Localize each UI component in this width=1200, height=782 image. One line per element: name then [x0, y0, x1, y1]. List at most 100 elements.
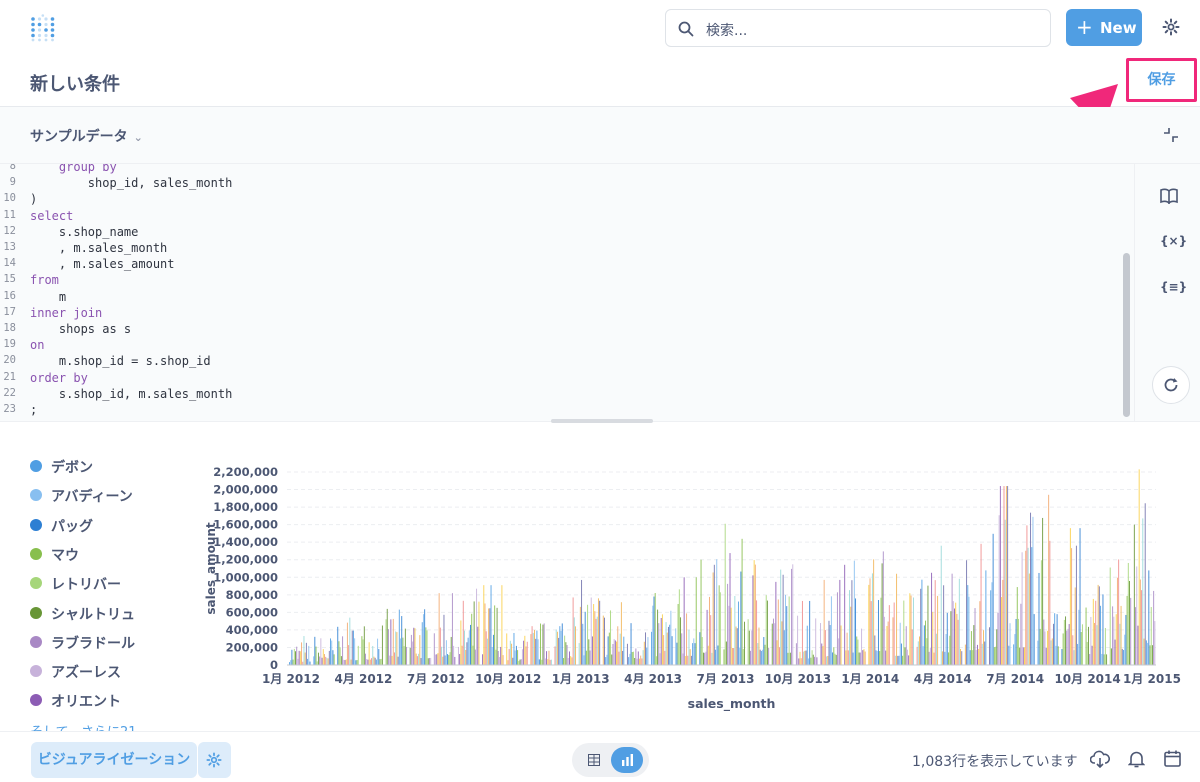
bar	[902, 655, 904, 665]
visualization-button[interactable]: ビジュアライゼーション	[31, 742, 197, 778]
bar	[1133, 524, 1135, 665]
line-number: 9	[9, 176, 16, 189]
bar	[444, 655, 446, 665]
bar	[438, 593, 440, 665]
bar	[437, 653, 439, 665]
data-reference-book-icon[interactable]	[1160, 188, 1178, 207]
new-button[interactable]: + New	[1066, 9, 1142, 46]
bar	[1009, 623, 1011, 665]
bar	[546, 651, 548, 665]
run-query-refresh-icon[interactable]	[1152, 366, 1190, 404]
bar	[472, 645, 474, 665]
bar	[607, 636, 609, 665]
bar	[856, 636, 858, 665]
download-icon[interactable]	[1089, 750, 1110, 772]
bar	[1031, 547, 1033, 665]
variables-icon[interactable]: {×}	[1160, 234, 1187, 248]
bar	[1138, 469, 1140, 665]
bar	[1062, 633, 1064, 665]
bar	[611, 654, 613, 665]
line-number: 10	[3, 192, 16, 205]
bar	[783, 630, 785, 665]
search-input[interactable]: 検索...	[706, 20, 747, 40]
sql-editor[interactable]: 8 group by 9 shop_id, sales_month 10) 11 sel…	[0, 164, 1134, 421]
table-view-button[interactable]	[578, 747, 610, 773]
bar	[324, 654, 325, 665]
bar	[781, 621, 783, 665]
code-text: group by	[30, 164, 117, 174]
bar	[838, 638, 840, 665]
bar	[572, 597, 574, 665]
bar	[941, 651, 943, 665]
search-bar[interactable]: 検索...	[665, 9, 1051, 47]
bar	[993, 647, 995, 665]
bar	[1119, 623, 1121, 665]
database-bar: サンプルデータ ⌄	[0, 107, 1200, 164]
metabase-logo-icon[interactable]	[30, 14, 56, 42]
bar	[823, 579, 825, 665]
x-tick-label: 10月 2014	[1054, 672, 1120, 686]
bar	[483, 585, 485, 665]
bar	[985, 570, 987, 665]
x-tick-label: 1月 2013	[552, 672, 610, 686]
bar	[760, 650, 762, 665]
page-title[interactable]: 新しい条件	[30, 70, 120, 96]
bar	[834, 653, 836, 665]
bar	[299, 651, 301, 665]
bar	[326, 657, 328, 665]
bar	[686, 613, 688, 665]
bar	[979, 601, 981, 665]
bar	[1054, 613, 1056, 665]
editor-scrollbar[interactable]	[1123, 253, 1130, 417]
bar	[502, 655, 504, 665]
bar	[1005, 486, 1007, 665]
database-selector[interactable]: サンプルデータ ⌄	[30, 126, 143, 146]
bar	[636, 658, 638, 665]
bar	[905, 626, 907, 665]
bar	[1026, 525, 1028, 665]
bar	[665, 622, 667, 665]
bar	[1154, 621, 1156, 665]
bar	[687, 655, 689, 665]
bar	[805, 650, 807, 665]
bar	[297, 658, 299, 665]
bar	[303, 636, 305, 665]
bar	[308, 645, 310, 665]
snippets-icon[interactable]: {≡}	[1160, 280, 1187, 294]
chart-view-button[interactable]	[611, 747, 643, 773]
bar	[594, 611, 596, 665]
save-button[interactable]: 保存	[1133, 64, 1190, 96]
bar	[398, 609, 400, 665]
bar	[1079, 528, 1081, 665]
bar	[896, 573, 898, 665]
bar	[567, 658, 569, 665]
settings-gear-icon[interactable]	[1162, 18, 1180, 40]
bar	[1077, 643, 1079, 665]
bar	[682, 653, 684, 665]
legend-label: デボン	[51, 460, 93, 476]
resize-handle[interactable]	[551, 419, 653, 423]
bar	[827, 655, 829, 665]
legend-color-dot	[30, 518, 42, 531]
bell-alert-icon[interactable]	[1127, 750, 1146, 772]
collapse-editor-icon[interactable]	[1163, 127, 1179, 147]
calendar-icon[interactable]	[1164, 750, 1181, 771]
bar	[719, 592, 721, 665]
bar	[631, 651, 633, 665]
bar	[958, 578, 960, 665]
bar	[344, 660, 346, 665]
row-count: 1,083行を表示しています	[912, 754, 1078, 770]
bar	[491, 647, 493, 665]
bar	[991, 582, 993, 665]
bar	[468, 630, 470, 665]
bar	[337, 626, 339, 665]
bar	[967, 585, 969, 665]
bar	[584, 611, 586, 665]
bar	[693, 638, 695, 665]
bar	[328, 650, 330, 665]
y-tick-label: 600,000	[226, 605, 278, 619]
bar	[307, 658, 309, 665]
bar	[840, 625, 842, 665]
visualization-settings-button[interactable]	[198, 742, 231, 778]
bar	[1149, 645, 1151, 665]
